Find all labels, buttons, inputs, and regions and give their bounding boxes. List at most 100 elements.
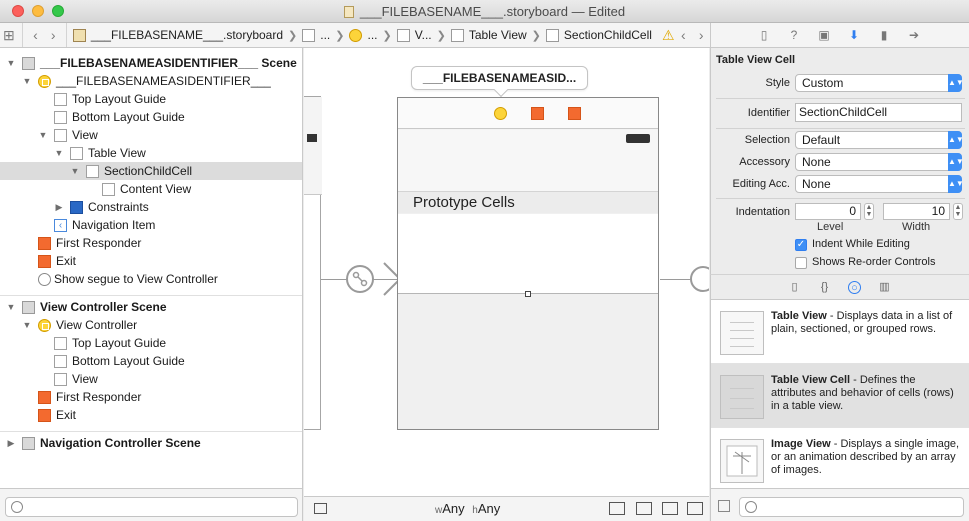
identity-inspector-icon[interactable]: ▣ — [817, 28, 831, 42]
document-outline-toggle-icon[interactable] — [314, 503, 327, 514]
breadcrumb-view-controller[interactable]: ... — [347, 28, 379, 42]
view-controller-icon[interactable] — [494, 107, 507, 120]
prototype-cell[interactable] — [398, 214, 658, 294]
breadcrumb-view[interactable]: V... — [395, 28, 434, 42]
previous-scene[interactable] — [304, 96, 322, 430]
style-popup[interactable]: Custom ▲▼ — [795, 74, 964, 92]
outline-row[interactable]: ▶ Navigation Controller Scene — [0, 434, 302, 452]
outline-row[interactable]: ▼ View Controller Scene — [0, 298, 302, 316]
size-class-control[interactable]: wAny hAny — [435, 501, 500, 516]
indent-while-editing-checkbox[interactable]: ✓ — [795, 239, 807, 251]
chevron-updown-icon: ▲▼ — [948, 74, 964, 92]
previous-issue-icon[interactable]: ‹ — [675, 23, 693, 47]
disclosure-triangle-icon[interactable]: ▶ — [54, 198, 64, 216]
disclosure-triangle-icon[interactable]: ▼ — [22, 72, 32, 90]
next-issue-icon[interactable]: › — [692, 23, 710, 47]
library-item-image-view[interactable]: Image View - Displays a single image, or… — [711, 428, 969, 488]
breadcrumb-file[interactable]: ___FILEBASENAME___.storyboard — [71, 28, 285, 42]
outline-row[interactable]: Bottom Layout Guide — [0, 108, 302, 126]
thumb-line — [730, 398, 754, 399]
disclosure-triangle-icon[interactable]: ▼ — [38, 126, 48, 144]
indentation-width-field[interactable]: 10 — [883, 203, 950, 220]
layout-guide-icon — [54, 337, 67, 350]
table-view-controller-scene[interactable]: Prototype Cells — [397, 97, 659, 430]
outline-row[interactable]: ▼ View Controller — [0, 316, 302, 334]
selection-popup[interactable]: Default ▲▼ — [795, 131, 964, 149]
pin-icon[interactable] — [636, 502, 652, 515]
disclosure-triangle-icon[interactable]: ▼ — [54, 144, 64, 162]
disclosure-triangle-icon[interactable]: ▼ — [6, 54, 16, 72]
first-responder-icon[interactable] — [531, 107, 544, 120]
back-arrow-icon[interactable]: ‹ — [27, 23, 45, 47]
outline-row-selected[interactable]: ▼ SectionChildCell — [0, 162, 302, 180]
outline-row[interactable]: Top Layout Guide — [0, 334, 302, 352]
breadcrumb-separator-icon: ❯ — [288, 29, 298, 42]
editing-acc-popup[interactable]: None ▲▼ — [795, 175, 964, 193]
outline-row[interactable]: View — [0, 370, 302, 388]
breadcrumb-scene[interactable]: ... — [300, 28, 332, 42]
library-filter-input[interactable] — [739, 497, 964, 517]
outline-row[interactable]: Exit — [0, 406, 302, 424]
indentation-level-field[interactable]: 0 — [795, 203, 861, 220]
scene-dock — [398, 98, 658, 129]
accessory-popup[interactable]: None ▲▼ — [795, 153, 964, 171]
forward-arrow-icon[interactable]: › — [44, 23, 62, 47]
exit-icon[interactable] — [568, 107, 581, 120]
outline-row[interactable]: First Responder — [0, 388, 302, 406]
disclosure-triangle-icon[interactable]: ▼ — [6, 298, 16, 316]
library-item-table-view[interactable]: Table View - Displays data in a list of … — [711, 300, 969, 364]
outline-label: View — [72, 128, 98, 142]
object-library-icon[interactable]: ○ — [848, 281, 861, 294]
storyboard-canvas[interactable]: ___FILEBASENAMEASID... Prototype Cells — [304, 48, 709, 496]
code-snippet-library-icon[interactable]: {} — [818, 281, 831, 294]
outline-row[interactable]: ▶ Constraints — [0, 198, 302, 216]
align-icon[interactable] — [609, 502, 625, 515]
resize-handle[interactable] — [525, 291, 531, 297]
identifier-field[interactable]: SectionChildCell — [795, 103, 962, 122]
file-inspector-icon[interactable]: ▯ — [757, 28, 771, 42]
related-items-icon[interactable]: ⊞ — [0, 23, 18, 47]
connections-inspector-icon[interactable]: ➔ — [907, 28, 921, 42]
attributes-inspector-icon[interactable]: ⬇ — [847, 28, 861, 42]
library-item-table-view-cell[interactable]: Table View Cell - Defines the attributes… — [711, 364, 969, 428]
outline-row[interactable]: ▼ Table View — [0, 144, 302, 162]
breadcrumb-cell[interactable]: SectionChildCell — [544, 28, 654, 42]
identifier-label: Identifier — [747, 107, 790, 119]
indentation-level-stepper[interactable]: ▲ ▼ — [864, 203, 874, 220]
outline-row[interactable]: ▼ ___FILEBASENAMEASIDENTIFIER___ — [0, 72, 302, 90]
accessory-value: None — [802, 155, 831, 169]
shows-reorder-label: Shows Re-order Controls — [812, 256, 936, 268]
breadcrumb-label: V... — [414, 28, 432, 42]
media-library-icon[interactable]: ▥ — [878, 281, 891, 294]
size-inspector-icon[interactable]: ▮ — [877, 28, 891, 42]
outline-row[interactable]: Bottom Layout Guide — [0, 352, 302, 370]
warning-icon[interactable]: ⚠ — [662, 27, 675, 44]
breadcrumb-table-view[interactable]: Table View — [449, 28, 529, 42]
outline-filter-input[interactable] — [5, 497, 298, 517]
disclosure-triangle-icon[interactable]: ▶ — [6, 434, 16, 452]
outline-row[interactable]: Exit — [0, 252, 302, 270]
segue-icon[interactable] — [346, 265, 374, 293]
scene-title-bubble[interactable]: ___FILEBASENAMEASID... — [411, 66, 588, 90]
breadcrumb-label: ... — [320, 28, 331, 42]
outline-label: ___FILEBASENAMEASIDENTIFIER___ — [56, 74, 271, 88]
outline-row[interactable]: Top Layout Guide — [0, 90, 302, 108]
outline-row[interactable]: Content View — [0, 180, 302, 198]
outline-row[interactable]: Show segue to View Controller — [0, 270, 302, 288]
indentation-width-stepper[interactable]: ▲ ▼ — [953, 203, 963, 220]
shows-reorder-checkbox[interactable] — [795, 257, 807, 269]
outline-row[interactable]: First Responder — [0, 234, 302, 252]
quick-help-icon[interactable]: ? — [787, 28, 801, 42]
resizing-behavior-icon[interactable] — [687, 502, 703, 515]
grid-view-icon[interactable] — [718, 500, 730, 512]
outline-row[interactable]: ▼ ___FILEBASENAMEASIDENTIFIER___ Scene — [0, 54, 302, 72]
scene-screen[interactable]: Prototype Cells — [398, 130, 658, 429]
file-template-library-icon[interactable]: ▯ — [788, 281, 801, 294]
disclosure-triangle-icon[interactable]: ▼ — [70, 162, 80, 180]
resolve-layout-icon[interactable] — [662, 502, 678, 515]
outline-row[interactable]: ▼ View — [0, 126, 302, 144]
storyboard-file-icon — [343, 6, 354, 18]
disclosure-triangle-icon[interactable]: ▼ — [22, 316, 32, 334]
next-segue-icon[interactable] — [690, 266, 709, 292]
outline-row[interactable]: ‹ Navigation Item — [0, 216, 302, 234]
